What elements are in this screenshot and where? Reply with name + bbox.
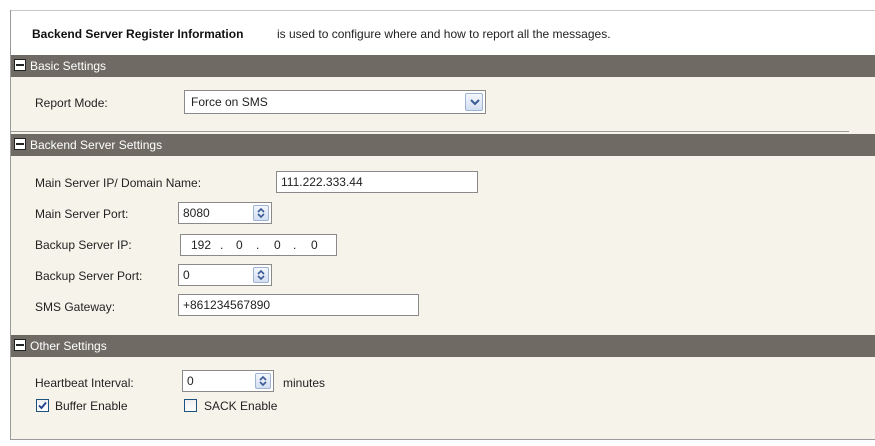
main-server-ip-input[interactable]: 111.222.333.44	[276, 171, 478, 193]
collapse-icon[interactable]	[14, 59, 26, 71]
heartbeat-interval-value: 0	[187, 374, 194, 388]
heartbeat-interval-stepper[interactable]: 0	[182, 370, 274, 392]
heartbeat-unit-label: minutes	[283, 376, 326, 390]
section-title-backend: Backend Server Settings	[30, 138, 163, 152]
up-down-arrows-icon[interactable]	[253, 267, 269, 283]
page-description: is used to configure where and how to re…	[277, 27, 611, 41]
divider	[11, 131, 849, 132]
backup-server-port-label: Backup Server Port:	[35, 269, 143, 283]
ip-octet-1[interactable]: 192	[191, 238, 211, 252]
report-mode-value: Force on SMS	[191, 95, 268, 109]
buffer-enable-label[interactable]: Buffer Enable	[55, 399, 128, 413]
backup-server-ip-label: Backup Server IP:	[35, 238, 132, 252]
ip-octet-2[interactable]: 0	[236, 238, 243, 252]
ip-octet-4[interactable]: 0	[311, 238, 318, 252]
section-header-basic-settings[interactable]: Basic Settings	[11, 55, 875, 77]
chevron-down-icon[interactable]	[465, 93, 483, 111]
section-header-backend-server-settings[interactable]: Backend Server Settings	[11, 134, 875, 156]
ip-dot: .	[293, 238, 297, 252]
sack-enable-label[interactable]: SACK Enable	[204, 399, 277, 413]
sack-enable-checkbox[interactable]	[184, 399, 197, 412]
up-down-arrows-icon[interactable]	[253, 205, 269, 221]
main-server-port-label: Main Server Port:	[35, 207, 129, 221]
section-title-basic: Basic Settings	[30, 59, 107, 73]
main-server-ip-label: Main Server IP/ Domain Name:	[35, 176, 202, 190]
heartbeat-interval-label: Heartbeat Interval:	[35, 376, 134, 390]
up-down-arrows-icon[interactable]	[255, 373, 271, 389]
report-mode-select[interactable]: Force on SMS	[184, 90, 486, 114]
backup-server-ip-input[interactable]: 192 . 0 . 0 . 0	[180, 234, 337, 256]
ip-octet-3[interactable]: 0	[274, 238, 281, 252]
page-title: Backend Server Register Information	[32, 27, 244, 41]
settings-panel: Backend Server Register Information is u…	[10, 10, 875, 440]
sms-gateway-label: SMS Gateway:	[35, 300, 116, 314]
section-title-other: Other Settings	[30, 339, 107, 353]
backup-server-port-stepper[interactable]: 0	[178, 264, 272, 286]
collapse-icon[interactable]	[14, 339, 26, 351]
main-server-port-value: 8080	[183, 206, 210, 220]
buffer-enable-checkbox[interactable]	[36, 399, 49, 412]
collapse-icon[interactable]	[14, 138, 26, 150]
section-header-other-settings[interactable]: Other Settings	[11, 335, 875, 357]
main-server-port-stepper[interactable]: 8080	[178, 202, 272, 224]
sms-gateway-input[interactable]: +861234567890	[178, 294, 419, 316]
ip-dot: .	[220, 238, 224, 252]
report-mode-label: Report Mode:	[35, 96, 108, 110]
backup-server-port-value: 0	[183, 268, 190, 282]
page-header: Backend Server Register Information is u…	[11, 10, 875, 55]
ip-dot: .	[256, 238, 260, 252]
